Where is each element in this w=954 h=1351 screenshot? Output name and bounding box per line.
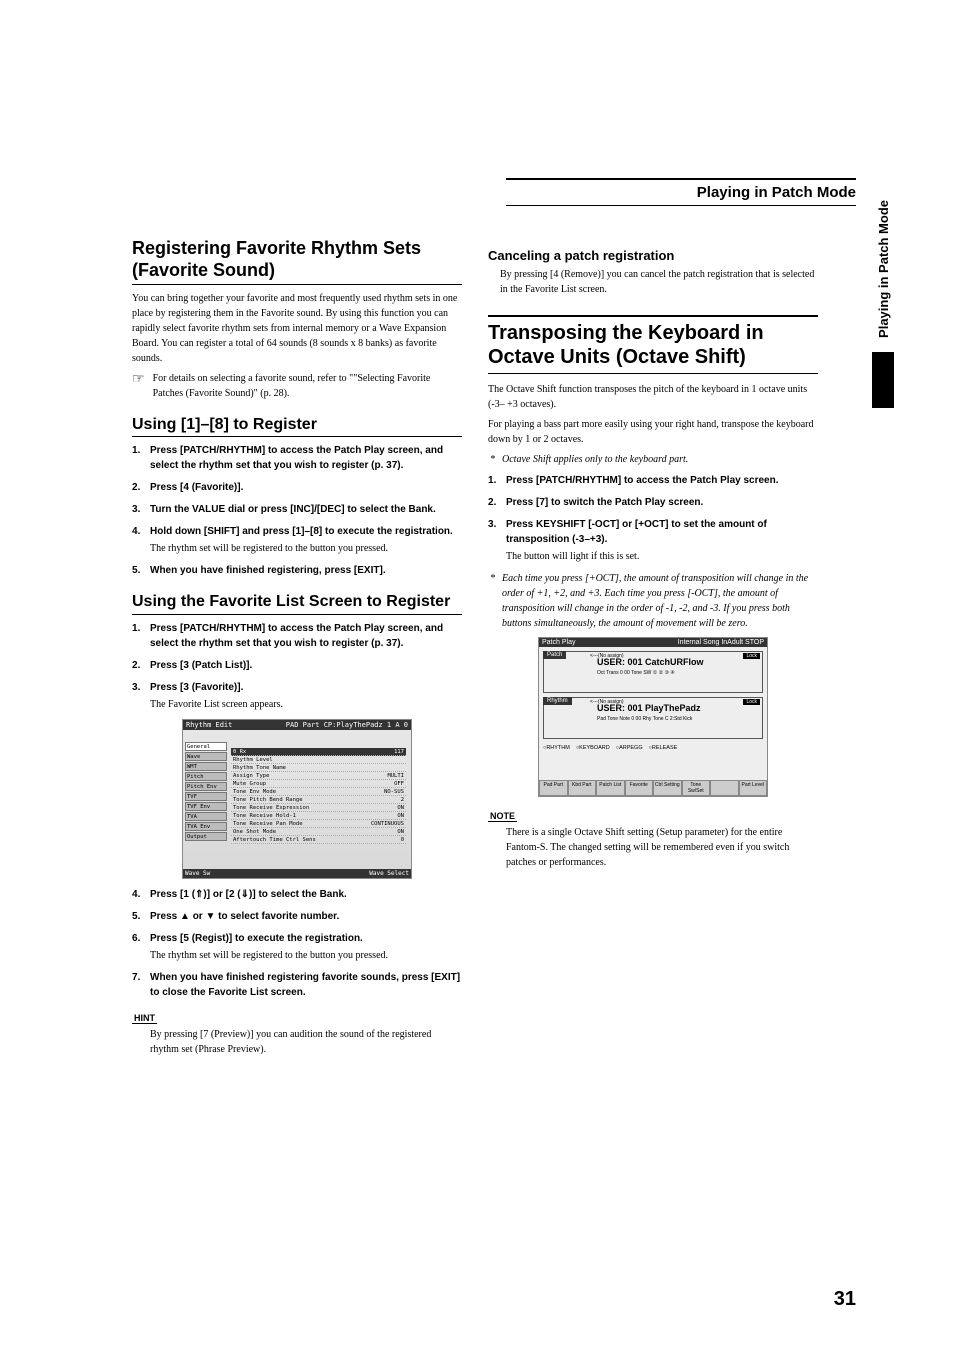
cancel-text: By pressing [4 (Remove)] you can cancel … bbox=[488, 267, 818, 297]
note-oct-behavior: Each time you press [+OCT], the amount o… bbox=[488, 571, 818, 631]
step-subtext: The button will light if this is set. bbox=[506, 549, 818, 564]
note-text: There is a single Octave Shift setting (… bbox=[488, 825, 818, 870]
heading-using-1-8: Using [1]–[8] to Register bbox=[132, 415, 462, 437]
step-text: Press [PATCH/RHYTHM] to access the Patch… bbox=[506, 475, 779, 486]
step-text: Press [3 (Patch List)]. bbox=[150, 660, 252, 671]
step-item: Press [3 (Favorite)]. The Favorite List s… bbox=[132, 680, 462, 712]
steps-list-right: Press [PATCH/RHYTHM] to access the Patch… bbox=[488, 473, 818, 564]
step-item: When you have finished registering favor… bbox=[132, 970, 462, 1000]
step-text: Turn the VALUE dial or press [INC]/[DEC]… bbox=[150, 504, 436, 515]
step-text: Hold down [SHIFT] and press [1]–[8] to e… bbox=[150, 526, 453, 537]
step-item: Press [PATCH/RHYTHM] to access the Patch… bbox=[132, 621, 462, 651]
step-subtext: The rhythm set will be registered to the… bbox=[150, 948, 462, 963]
screenshot-rhythm-edit: Rhythm EditPAD Part CP:PlayThePadz 1 A 0… bbox=[182, 719, 412, 879]
heading-favorite-rhythm: Registering Favorite Rhythm Sets (Favori… bbox=[132, 238, 462, 285]
step-item: Press [3 (Patch List)]. bbox=[132, 658, 462, 673]
step-text: Press KEYSHIFT [-OCT] or [+OCT] to set t… bbox=[506, 519, 767, 545]
intro-paragraph: You can bring together your favorite and… bbox=[132, 291, 462, 366]
hint-text: By pressing [7 (Preview)] you can auditi… bbox=[132, 1027, 462, 1057]
heading-favorite-list: Using the Favorite List Screen to Regist… bbox=[132, 592, 462, 614]
hint-label: HINT bbox=[132, 1013, 157, 1024]
step-subtext: The Favorite List screen appears. bbox=[150, 697, 462, 712]
step-text: Press [7] to switch the Patch Play scree… bbox=[506, 497, 703, 508]
steps-list-a: Press [PATCH/RHYTHM] to access the Patch… bbox=[132, 443, 462, 578]
step-text: Press ▲ or ▼ to select favorite number. bbox=[150, 911, 339, 922]
step-text: Press [1 (⇑)] or [2 (⇓)] to select the B… bbox=[150, 889, 347, 900]
step-text: When you have finished registering favor… bbox=[150, 972, 460, 998]
step-item: Press [7] to switch the Patch Play scree… bbox=[488, 495, 818, 510]
side-tab-block bbox=[872, 352, 894, 408]
header-title: Playing in Patch Mode bbox=[697, 184, 856, 201]
step-item: Press ▲ or ▼ to select favorite number. bbox=[132, 909, 462, 924]
note-keyboard-only: Octave Shift applies only to the keyboar… bbox=[488, 452, 818, 467]
heading-cancel-registration: Canceling a patch registration bbox=[488, 248, 818, 263]
reference-text: For details on selecting a favorite soun… bbox=[153, 371, 453, 401]
steps-list-b: Press [PATCH/RHYTHM] to access the Patch… bbox=[132, 621, 462, 712]
step-text: Press [PATCH/RHYTHM] to access the Patch… bbox=[150, 445, 443, 471]
step-item: Turn the VALUE dial or press [INC]/[DEC]… bbox=[132, 502, 462, 517]
step-subtext: The rhythm set will be registered to the… bbox=[150, 541, 462, 556]
pointer-icon: ☞ bbox=[132, 371, 145, 388]
note-label: NOTE bbox=[488, 811, 517, 822]
step-text: Press [4 (Favorite)]. bbox=[150, 482, 243, 493]
step-item: Press KEYSHIFT [-OCT] or [+OCT] to set t… bbox=[488, 517, 818, 564]
step-text: Press [3 (Favorite)]. bbox=[150, 682, 243, 693]
step-item: Press [PATCH/RHYTHM] to access the Patch… bbox=[488, 473, 818, 488]
octave-p2: For playing a bass part more easily usin… bbox=[488, 417, 818, 447]
page-number: 31 bbox=[834, 1288, 856, 1311]
right-column: Canceling a patch registration By pressi… bbox=[488, 238, 818, 875]
step-item: Hold down [SHIFT] and press [1]–[8] to e… bbox=[132, 524, 462, 556]
step-item: Press [PATCH/RHYTHM] to access the Patch… bbox=[132, 443, 462, 473]
side-tab-label: Playing in Patch Mode bbox=[876, 200, 891, 338]
step-item: When you have finished registering, pres… bbox=[132, 563, 462, 578]
step-text: Press [PATCH/RHYTHM] to access the Patch… bbox=[150, 623, 443, 649]
steps-list-c: Press [1 (⇑)] or [2 (⇓)] to select the B… bbox=[132, 887, 462, 1000]
step-item: Press [1 (⇑)] or [2 (⇓)] to select the B… bbox=[132, 887, 462, 902]
step-item: Press [4 (Favorite)]. bbox=[132, 480, 462, 495]
reference-block: ☞ For details on selecting a favorite so… bbox=[132, 371, 462, 401]
screenshot-patch-play: Patch PlayInternal Song InAdult STOPPatc… bbox=[538, 637, 768, 797]
octave-p1: The Octave Shift function transposes the… bbox=[488, 382, 818, 412]
left-column: Registering Favorite Rhythm Sets (Favori… bbox=[132, 238, 462, 1062]
step-text: Press [5 (Regist)] to execute the regist… bbox=[150, 933, 363, 944]
step-text: When you have finished registering, pres… bbox=[150, 565, 386, 576]
step-item: Press [5 (Regist)] to execute the regist… bbox=[132, 931, 462, 963]
page-header: Playing in Patch Mode bbox=[506, 178, 856, 206]
heading-octave-shift: Transposing the Keyboard in Octave Units… bbox=[488, 315, 818, 374]
